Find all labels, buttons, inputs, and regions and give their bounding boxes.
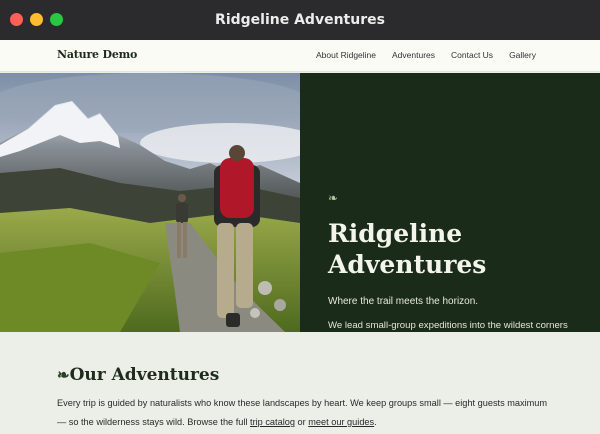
nav-link-adventures[interactable]: Adventures [392,50,435,60]
section-body-end: . [374,417,377,427]
meet-guides-link[interactable]: meet our guides [308,417,374,427]
hikers-mountain-photo-icon [0,73,300,332]
window-title: Ridgeline Adventures [215,12,385,28]
section-title-text: Our Adventures [69,365,220,385]
hero-title-line-1: Ridgeline [328,219,463,248]
section-title: ❧Our Adventures [57,365,219,385]
site-brand[interactable]: Nature Demo [57,48,137,61]
hero-section: ❧ Ridgeline Adventures Where the trail m… [0,73,600,365]
section-body: Every trip is guided by naturalists who … [57,394,557,432]
nav-link-about[interactable]: About Ridgeline [316,50,376,60]
site-header: Nature Demo About Ridgeline Adventures C… [0,40,600,72]
hero-text-panel [300,73,600,332]
main-nav: About Ridgeline Adventures Contact Us Ga… [316,50,536,60]
browser-window: Ridgeline Adventures Nature Demo About R… [0,0,600,434]
hero-title-line-2: Adventures [328,250,487,279]
leaf-ornament-icon: ❧ [57,366,70,384]
nav-link-contact[interactable]: Contact Us [451,50,493,60]
hero-tagline: Where the trail meets the horizon. [328,296,479,307]
leaf-ornament-icon: ❧ [328,191,339,205]
hero-photo [0,73,300,332]
hero-title: Ridgeline Adventures [328,218,578,280]
nav-link-gallery[interactable]: Gallery [509,50,536,60]
adventures-section: ❧Our Adventures Every trip is guided by … [0,332,600,434]
title-bar: Ridgeline Adventures [0,0,600,40]
section-body-connector: or [294,417,309,427]
trip-catalog-link[interactable]: trip catalog [250,417,295,427]
